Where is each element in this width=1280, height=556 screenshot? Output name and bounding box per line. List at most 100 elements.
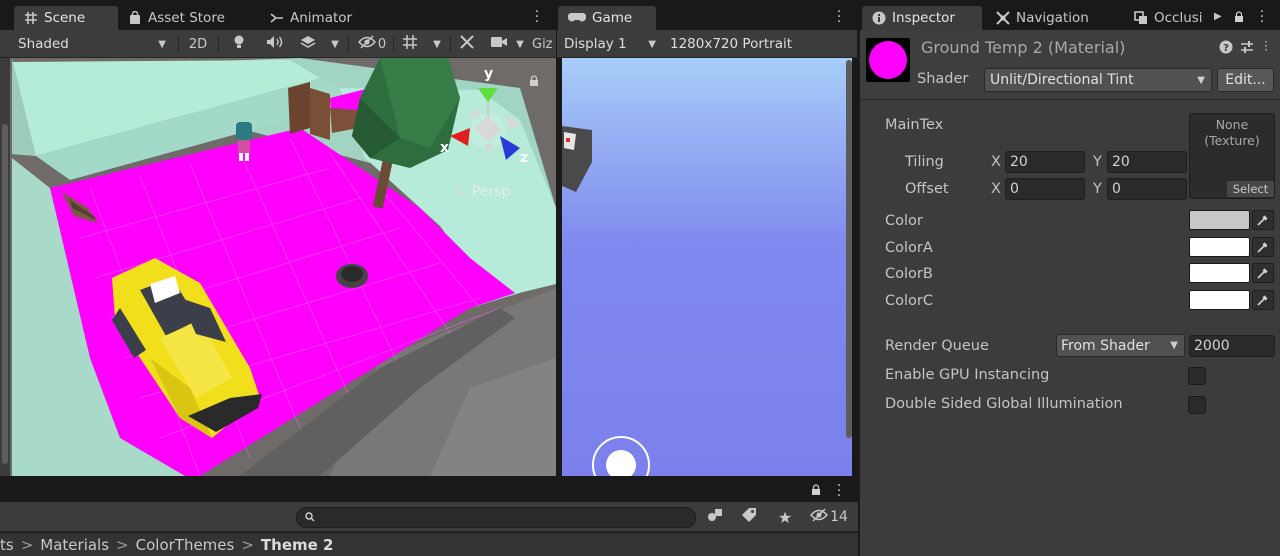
color-swatch[interactable] xyxy=(1189,210,1250,230)
colora-swatch[interactable] xyxy=(1189,237,1250,257)
tiling-y-value: 20 xyxy=(1112,154,1130,170)
material-preview[interactable] xyxy=(866,38,910,82)
scene-visibility-button[interactable]: 0 xyxy=(354,33,390,55)
joystick-knob[interactable] xyxy=(606,450,636,476)
shading-mode-dropdown[interactable]: Shaded ▼ xyxy=(12,33,172,55)
display-dropdown[interactable]: Display 1 ▼ xyxy=(558,33,662,55)
camera-button[interactable] xyxy=(487,33,511,55)
render-queue-dropdown[interactable]: From Shader ▼ xyxy=(1056,334,1185,357)
tab-scene-label: Scene xyxy=(44,10,86,26)
breadcrumb-separator: > xyxy=(20,535,34,554)
shopping-bag-icon xyxy=(128,11,142,25)
audio-toggle-button[interactable] xyxy=(262,33,288,55)
svg-text:?: ? xyxy=(1223,43,1229,54)
search-icon xyxy=(305,510,315,526)
grid-dropdown[interactable]: ▼ xyxy=(428,33,446,55)
tiling-x-field[interactable]: 20 xyxy=(1005,151,1085,173)
offset-label: Offset xyxy=(905,181,949,197)
game-object-render xyxy=(562,126,592,192)
resolution-dropdown[interactable]: 1280x720 Portrait xyxy=(664,33,844,55)
tab-animator[interactable]: Animator xyxy=(260,6,370,30)
help-icon[interactable]: ? xyxy=(1219,40,1233,58)
offset-x-field[interactable]: 0 xyxy=(1005,178,1085,200)
render-queue-mode: From Shader xyxy=(1061,337,1150,354)
scene-left-scrollbar[interactable] xyxy=(0,58,10,476)
gizmos-dropdown[interactable]: Giz xyxy=(532,33,556,55)
tab-occlusion[interactable]: Occlusi xyxy=(1124,6,1214,30)
scene-viewport[interactable]: y x z Persp xyxy=(0,58,556,476)
chevron-down-icon: ▼ xyxy=(433,38,441,50)
colorb-eyedropper-icon[interactable] xyxy=(1252,263,1274,283)
project-more-menu-icon[interactable]: · · · xyxy=(835,479,843,503)
colorb-label: ColorB xyxy=(885,266,933,282)
game-more-menu-icon[interactable]: · · · xyxy=(835,5,843,29)
eye-hidden-icon xyxy=(810,508,829,526)
favorites-button[interactable]: ★ xyxy=(774,506,796,528)
material-more-menu-icon[interactable]: · · · xyxy=(1263,36,1269,56)
presets-icon[interactable] xyxy=(1240,40,1254,58)
search-by-type-button[interactable] xyxy=(704,506,726,528)
tab-navigation[interactable]: Navigation xyxy=(986,6,1116,30)
render-queue-value: 2000 xyxy=(1194,338,1230,354)
texture-slot[interactable]: None (Texture) Select xyxy=(1189,113,1275,199)
game-scrollbar[interactable] xyxy=(846,58,852,438)
colora-label: ColorA xyxy=(885,240,933,256)
animator-icon xyxy=(270,11,284,25)
layers-icon xyxy=(300,35,316,53)
camera-dropdown[interactable]: ▼ xyxy=(512,33,528,55)
scene-more-menu-icon[interactable]: · · · xyxy=(533,5,541,29)
gamepad-icon xyxy=(568,12,586,24)
texture-type-label: (Texture) xyxy=(1204,133,1260,148)
breadcrumb-colorthemes[interactable]: ColorThemes xyxy=(136,536,235,554)
tools-button[interactable] xyxy=(455,33,479,55)
colorb-swatch[interactable] xyxy=(1189,263,1250,283)
tab-scene[interactable]: Scene xyxy=(14,6,118,30)
texture-none-label: None xyxy=(1215,117,1249,132)
colorc-swatch[interactable] xyxy=(1189,290,1250,310)
texture-select-button[interactable]: Select xyxy=(1227,181,1274,197)
grid-snap-button[interactable] xyxy=(398,33,422,55)
gpu-instancing-checkbox[interactable] xyxy=(1188,367,1206,385)
2d-toggle-button[interactable]: 2D xyxy=(182,33,214,55)
breadcrumb-assets[interactable]: ts xyxy=(0,536,14,554)
tiling-y-label: Y xyxy=(1093,154,1102,170)
hidden-packages-button[interactable]: 14 xyxy=(806,506,852,528)
chevron-down-icon: ▼ xyxy=(1170,340,1178,351)
shader-edit-button[interactable]: Edit... xyxy=(1217,68,1274,92)
projection-label[interactable]: Persp xyxy=(472,184,511,200)
inspector-lock-icon[interactable] xyxy=(1234,11,1244,27)
project-lock-icon[interactable] xyxy=(811,484,821,500)
shader-dropdown[interactable]: Unlit/Directional Tint ▼ xyxy=(984,68,1212,92)
colorc-eyedropper-icon[interactable] xyxy=(1252,290,1274,310)
chevron-down-icon: ▼ xyxy=(1197,74,1205,86)
tab-asset-store[interactable]: Asset Store xyxy=(118,6,248,30)
project-search-input[interactable] xyxy=(296,507,696,528)
tab-overflow-icon[interactable]: ▶ xyxy=(1214,11,1222,22)
colora-eyedropper-icon[interactable] xyxy=(1252,237,1274,257)
breadcrumb-materials[interactable]: Materials xyxy=(40,536,109,554)
lock-icon[interactable] xyxy=(529,75,539,91)
tiling-x-value: 20 xyxy=(1010,154,1028,170)
inspector-more-menu-icon[interactable]: · · · xyxy=(1258,5,1266,29)
game-viewport[interactable] xyxy=(562,58,852,476)
search-by-label-button[interactable] xyxy=(738,506,760,528)
colorc-label: ColorC xyxy=(885,293,933,309)
material-name: Ground Temp 2 (Material) xyxy=(921,38,1126,57)
lighting-toggle-button[interactable] xyxy=(228,33,250,55)
tiling-y-field[interactable]: 20 xyxy=(1107,151,1187,173)
offset-y-field[interactable]: 0 xyxy=(1107,178,1187,200)
gizmo-z-label: z xyxy=(520,150,529,166)
render-queue-label: Render Queue xyxy=(885,338,989,354)
tab-navigation-label: Navigation xyxy=(1016,10,1089,26)
tab-inspector[interactable]: Inspector xyxy=(862,6,982,30)
effects-toggle-button[interactable] xyxy=(296,33,320,55)
render-queue-field[interactable]: 2000 xyxy=(1189,335,1275,357)
effects-dropdown[interactable]: ▼ xyxy=(326,33,344,55)
tab-game[interactable]: Game xyxy=(558,6,656,30)
scene-render xyxy=(0,58,556,476)
double-sided-gi-checkbox[interactable] xyxy=(1188,396,1206,414)
gizmo-x-label: x xyxy=(440,140,450,156)
tools-icon xyxy=(459,34,475,54)
color-picker-eyedropper-icon[interactable] xyxy=(1252,210,1274,230)
breadcrumb-theme-2[interactable]: Theme 2 xyxy=(261,536,334,554)
